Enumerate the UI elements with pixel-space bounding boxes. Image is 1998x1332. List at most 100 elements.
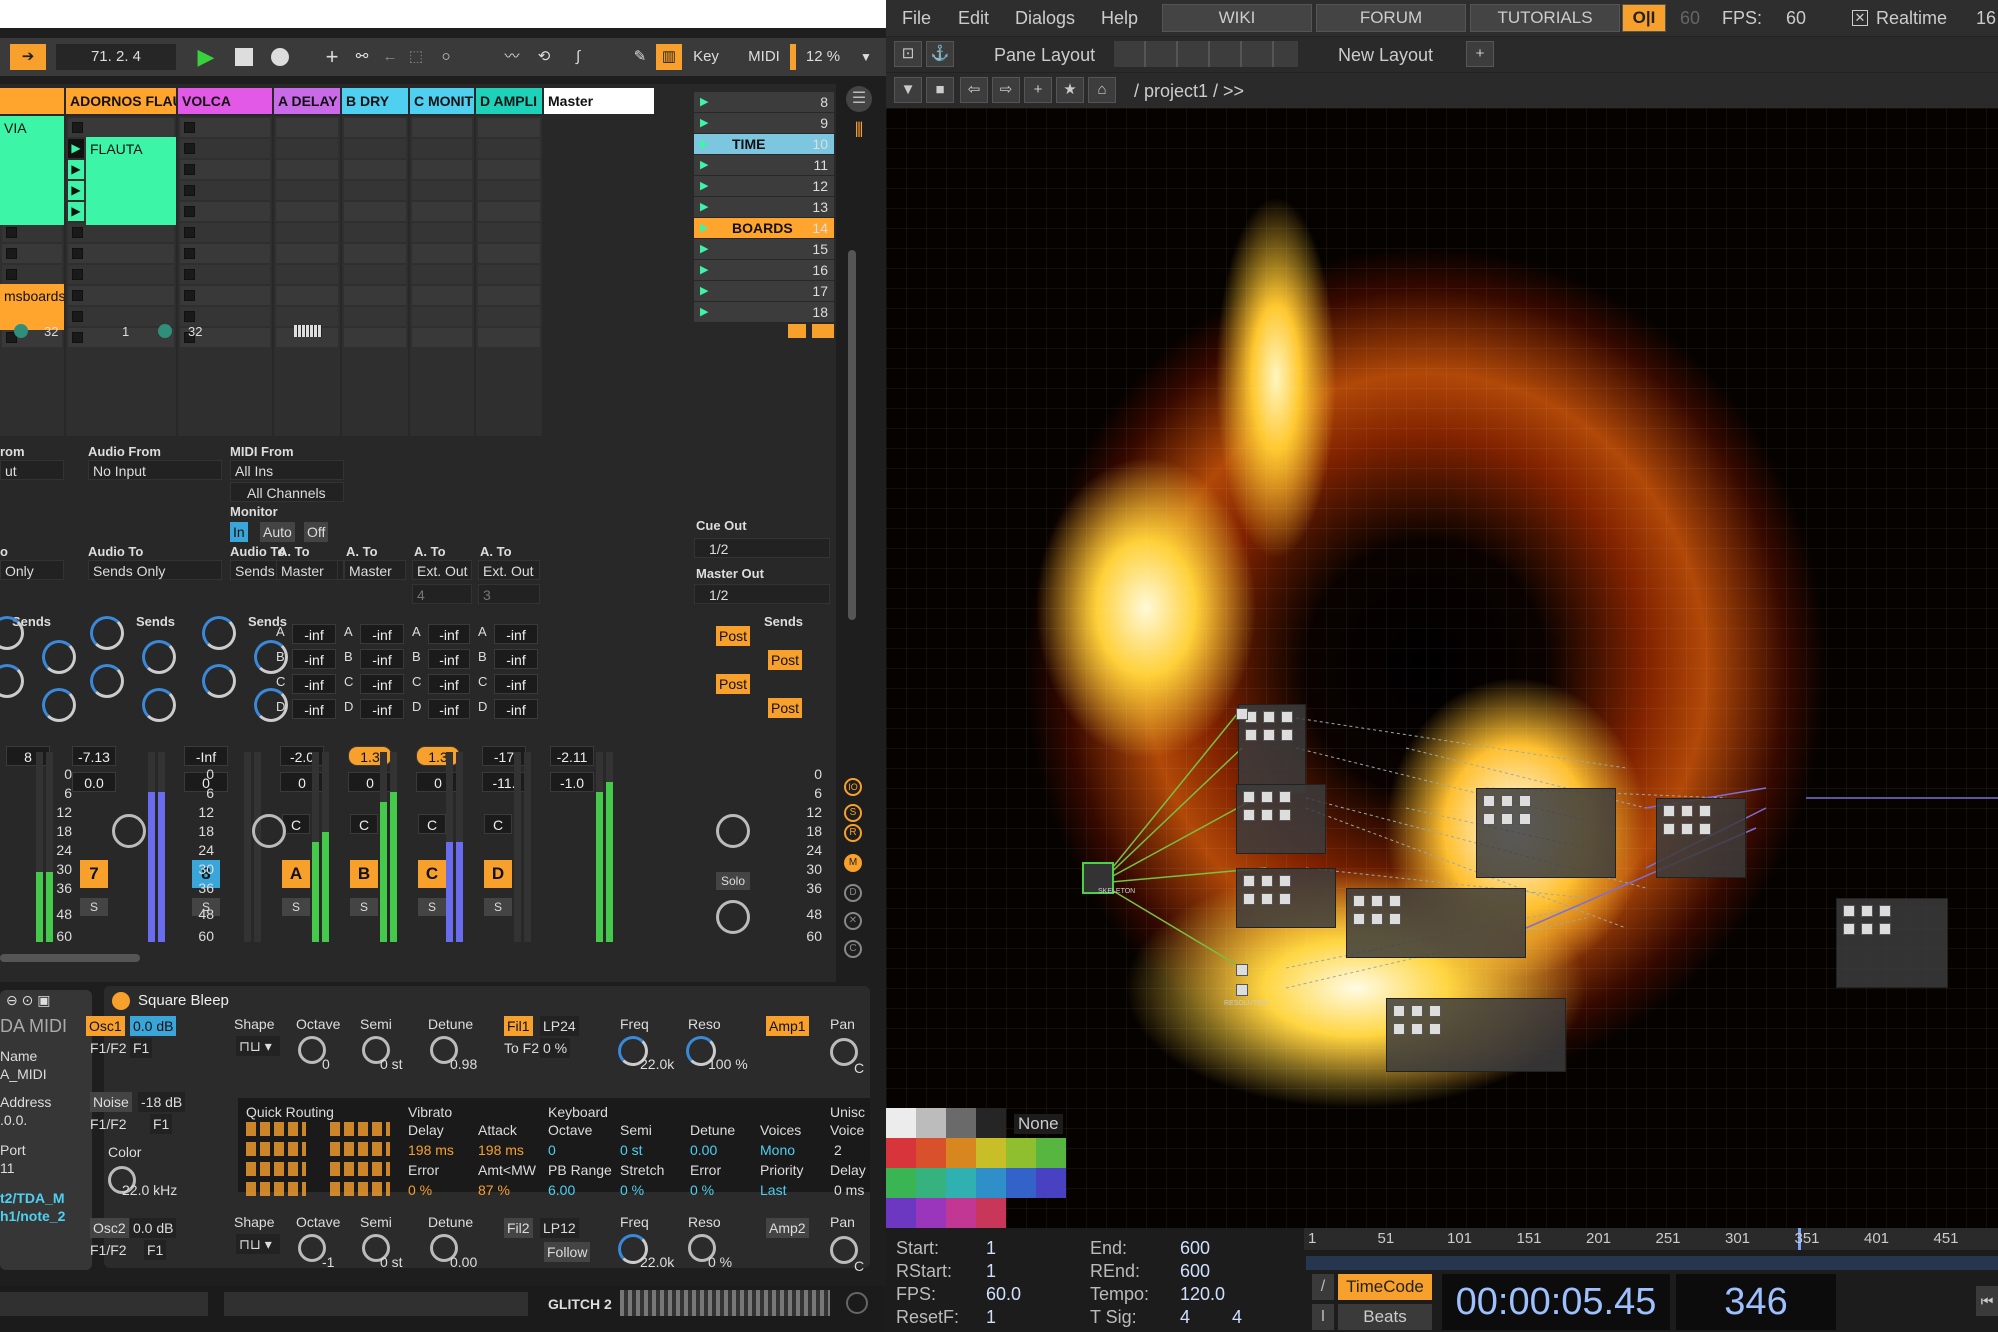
device-header-icons[interactable]: ⊖ ⊙ ▣ — [6, 992, 50, 1009]
track-header[interactable]: ADORNOS FLAUT — [66, 88, 176, 114]
send-c-knob[interactable] — [90, 664, 124, 698]
pan-value[interactable]: 0.0 — [72, 772, 116, 792]
operator-node[interactable] — [1261, 791, 1273, 803]
star-icon[interactable]: ★ — [1056, 77, 1084, 103]
follow-button[interactable]: ➔ — [10, 44, 46, 70]
send-value[interactable]: -inf — [360, 624, 404, 644]
stop-button[interactable] — [6, 227, 17, 238]
edit-icon[interactable]: / — [1312, 1274, 1334, 1300]
rewind-icon[interactable]: ⏮ — [1976, 1286, 1998, 1316]
tempo-value[interactable]: 120.0 — [1180, 1284, 1225, 1305]
track-header[interactable]: B DRY — [342, 88, 408, 114]
clip-slot[interactable] — [344, 202, 406, 221]
operator-node[interactable] — [1236, 708, 1248, 720]
volume-value[interactable]: 1.3 — [416, 746, 460, 766]
operator-node[interactable] — [1281, 729, 1293, 741]
horizontal-scrollbar[interactable] — [0, 954, 140, 962]
clip-slot[interactable] — [276, 307, 338, 326]
play-clip-icon[interactable]: ▶ — [68, 160, 84, 179]
clip-slot[interactable] — [68, 286, 174, 305]
operator-node[interactable] — [1281, 711, 1293, 723]
timecode-button[interactable]: TimeCode — [1338, 1274, 1432, 1300]
operator-node[interactable] — [1243, 809, 1255, 821]
delay-toggle-icon[interactable]: D — [844, 884, 862, 902]
operator-network-box[interactable] — [1238, 704, 1306, 794]
stop-icon[interactable] — [232, 44, 256, 70]
clip-slot[interactable] — [412, 160, 472, 179]
clip-slot[interactable] — [276, 265, 338, 284]
send-value[interactable]: -inf — [360, 699, 404, 719]
scene-launch[interactable]: ▶ 18 — [694, 302, 834, 322]
scene-launch[interactable]: TIME ▶ 10 — [694, 134, 834, 154]
operator-network-box[interactable] — [1476, 788, 1616, 878]
scene-launch[interactable]: BOARDS ▶ 14 — [694, 218, 834, 238]
resolution-node[interactable] — [1236, 984, 1248, 996]
stop-button[interactable] — [184, 164, 195, 175]
osc2-level[interactable]: 0.0 dB — [130, 1218, 177, 1238]
device-power-icon[interactable] — [112, 992, 130, 1010]
clip-slot[interactable] — [478, 202, 540, 221]
clip-slot[interactable] — [412, 181, 472, 200]
track-activator[interactable]: B — [350, 860, 378, 888]
scrollbar[interactable] — [848, 250, 856, 620]
link-icon[interactable]: ⚯ — [350, 44, 374, 70]
pan-letter[interactable]: C — [418, 814, 446, 834]
clip-slot[interactable] — [68, 244, 174, 263]
clip-slot[interactable] — [412, 118, 472, 137]
operator-network-box[interactable] — [1656, 798, 1746, 878]
color-swatch[interactable] — [946, 1198, 976, 1228]
color-swatch[interactable] — [976, 1168, 1006, 1198]
play-clip-icon[interactable]: ▶ — [68, 139, 84, 158]
stop-button[interactable] — [72, 311, 83, 322]
send-value[interactable]: -inf — [292, 674, 336, 694]
pan-knob[interactable] — [112, 814, 146, 848]
returns-toggle-icon[interactable]: R — [844, 824, 862, 842]
pane-network-icon[interactable]: ⚓ — [926, 41, 954, 67]
return-output-dropdown[interactable]: Ext. Out — [478, 560, 540, 580]
stop-button[interactable] — [184, 269, 195, 280]
cue-icon[interactable]: C — [844, 940, 862, 958]
scene-play-icon[interactable]: ▶ — [700, 260, 708, 280]
clip-slot[interactable] — [276, 160, 338, 179]
send-value[interactable]: -inf — [428, 624, 470, 644]
song-position[interactable]: 71. 2. 4 — [56, 44, 176, 70]
operator-node[interactable] — [1681, 823, 1693, 835]
clip-slot[interactable] — [344, 160, 406, 179]
scene-launch[interactable]: ▶ 16 — [694, 260, 834, 280]
scene-launch[interactable]: ▶ 8 — [694, 92, 834, 112]
forward-arrow-icon[interactable]: ⇨ — [992, 77, 1020, 103]
send-a-knob[interactable] — [90, 616, 124, 650]
clip-slot[interactable] — [344, 286, 406, 305]
chevron-down-icon[interactable]: ▼ — [856, 44, 876, 70]
routing-matrix-icon[interactable] — [330, 1142, 390, 1156]
clip-slot[interactable] — [478, 223, 540, 242]
return-channel-dropdown[interactable]: 4 — [412, 584, 472, 604]
operator-node[interactable] — [1483, 813, 1495, 825]
send-value[interactable]: -inf — [494, 649, 538, 669]
midi-from-dropdown[interactable]: All Ins — [230, 460, 344, 480]
operator-network-box[interactable] — [1836, 898, 1948, 988]
operator-node[interactable] — [1261, 875, 1273, 887]
track-activator[interactable]: 7 — [80, 860, 108, 888]
stop-all-icon[interactable] — [788, 324, 806, 338]
color-swatch[interactable] — [886, 1168, 916, 1198]
monitor-auto-button[interactable]: Auto — [260, 522, 295, 542]
operator-node[interactable] — [1353, 913, 1365, 925]
stop-button[interactable] — [72, 227, 83, 238]
solo-button[interactable]: S — [282, 898, 310, 916]
clip-slot[interactable] — [68, 118, 174, 137]
scene-play-icon[interactable]: ▶ — [700, 176, 708, 196]
audio-to-dropdown[interactable]: Only — [0, 560, 64, 580]
scene-play-icon[interactable]: ▶ — [700, 113, 708, 133]
clip-green[interactable] — [86, 200, 176, 225]
info-icon[interactable]: I — [1312, 1304, 1334, 1330]
scene-play-icon[interactable]: ▶ — [700, 197, 708, 217]
rend-value[interactable]: 600 — [1180, 1261, 1210, 1282]
menu-file[interactable]: File — [902, 8, 931, 29]
mixer-toggle-icon[interactable]: M — [844, 854, 862, 872]
fps-value-bottom[interactable]: 60.0 — [986, 1284, 1021, 1305]
osc2-button[interactable]: Osc2 — [90, 1218, 129, 1238]
color-swatch[interactable] — [976, 1108, 1006, 1138]
stop-button[interactable] — [184, 143, 195, 154]
operator-node[interactable] — [1279, 893, 1291, 905]
